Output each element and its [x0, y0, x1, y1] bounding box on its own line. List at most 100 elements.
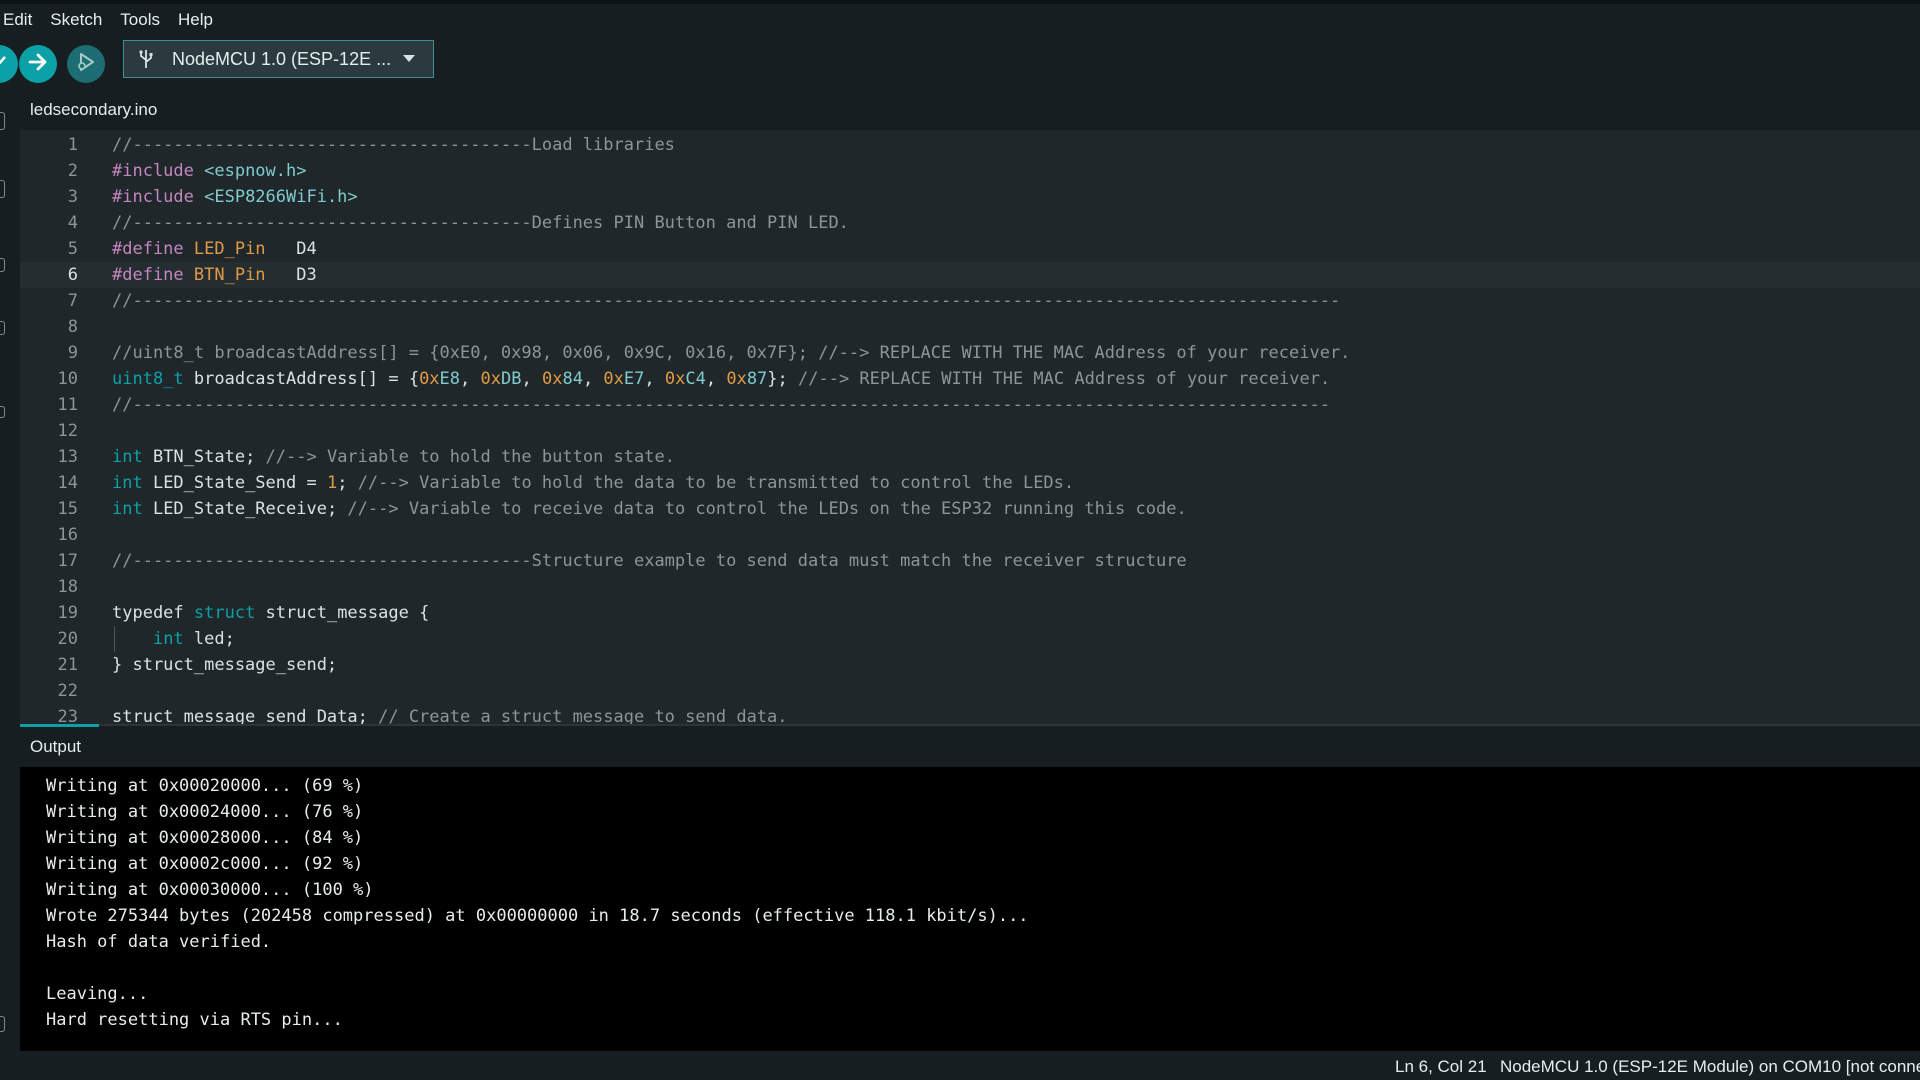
menu-edit[interactable]: Edit — [0, 10, 40, 30]
code-token: BTN_Pin — [193, 265, 266, 285]
output-line: Writing at 0x0002c000... (92 %) — [46, 854, 364, 874]
code-token: // Create a struct_message to send data. — [378, 707, 788, 725]
code-token: struct_message send_Data; — [112, 707, 379, 725]
output-line: Hash of data verified. — [46, 932, 272, 952]
output-title[interactable]: Output — [30, 737, 81, 757]
code-token: broadcastAddress[] = { — [183, 369, 420, 389]
boards-manager-icon[interactable] — [0, 180, 5, 198]
line-number: 20 — [57, 629, 78, 649]
code-line[interactable]: 3 #include <ESP8266WiFi.h> — [20, 184, 1920, 210]
menu-tools[interactable]: Tools — [116, 10, 168, 30]
code-line[interactable]: 7 //-------------------------------------… — [20, 288, 1920, 314]
line-number: 8 — [67, 317, 78, 337]
code-token: //--> Variable to hold the data to be tr… — [357, 473, 1075, 493]
code-line[interactable]: 23 struct_message send_Data; // Create a … — [20, 704, 1920, 725]
code-token: 87 — [746, 369, 768, 389]
line-number: 6 — [67, 265, 78, 285]
code-line[interactable]: 19 typedef struct struct_message { — [20, 600, 1920, 626]
code-token: 0x — [664, 369, 686, 389]
line-number: 18 — [57, 577, 78, 597]
code-text: //--------------------------------------… — [112, 288, 1340, 314]
code-text: int LED_State_Send = 1; //--> Variable t… — [112, 470, 1074, 496]
code-line[interactable]: 14 int LED_State_Send = 1; //--> Variable… — [20, 470, 1920, 496]
settings-icon[interactable] — [0, 1016, 5, 1032]
code-line[interactable]: 5 #define LED_Pin D4 — [20, 236, 1920, 262]
line-number: 12 — [57, 421, 78, 441]
code-line[interactable]: 22 — [20, 678, 1920, 704]
code-line[interactable]: 18 — [20, 574, 1920, 600]
search-icon[interactable] — [0, 406, 5, 418]
line-number: 11 — [57, 395, 78, 415]
code-line[interactable]: 1 //-------------------------------------… — [20, 132, 1920, 158]
code-line[interactable]: 4 //-------------------------------------… — [20, 210, 1920, 236]
code-text: } struct_message_send; — [112, 652, 337, 678]
verify-button[interactable] — [0, 45, 18, 83]
code-line[interactable]: 6 #define BTN_Pin D3 — [20, 262, 1920, 288]
code-token: D4 — [265, 239, 317, 259]
output-console[interactable]: Writing at 0x00020000... (69 %) Writing a… — [20, 767, 1920, 1051]
code-token: BTN_State; — [142, 447, 266, 467]
code-token: ; — [337, 473, 358, 493]
output-header: Output — [20, 727, 1920, 767]
line-number: 14 — [57, 473, 78, 493]
code-line[interactable]: 12 — [20, 418, 1920, 444]
menu-help[interactable]: Help — [174, 10, 221, 30]
code-line[interactable]: 8 — [20, 314, 1920, 340]
code-line[interactable]: 9 //uint8_t broadcastAddress[] = {0xE0, 0… — [20, 340, 1920, 366]
panel-divider[interactable] — [20, 724, 1920, 726]
code-line[interactable]: 17 //------------------------------------… — [20, 548, 1920, 574]
code-line[interactable]: 13 int BTN_State; //--> Variable to hold … — [20, 444, 1920, 470]
debug-button[interactable] — [67, 45, 105, 83]
debug-panel-icon[interactable] — [0, 321, 5, 335]
output-line: Writing at 0x00024000... (76 %) — [46, 802, 364, 822]
code-text: //--------------------------------------… — [112, 548, 1187, 574]
tab-ledsecondary[interactable]: ledsecondary.ino — [20, 90, 168, 130]
output-line: Hard resetting via RTS pin... — [46, 1010, 343, 1030]
code-line[interactable]: 10 uint8_t broadcastAddress[] = {0xE8, 0x… — [20, 366, 1920, 392]
code-text: #define LED_Pin D4 — [112, 236, 317, 262]
code-editor[interactable]: 1 //-------------------------------------… — [20, 130, 1920, 725]
tab-label: ledsecondary.ino — [30, 100, 158, 119]
editor-tabs: ledsecondary.ino — [20, 90, 1920, 130]
code-text: struct_message send_Data; // Create a st… — [112, 704, 788, 725]
code-token: E7 — [623, 369, 645, 389]
code-token: //--------------------------------------… — [112, 213, 849, 233]
debug-icon — [74, 50, 98, 79]
code-token: 1 — [326, 473, 338, 493]
sketchbook-icon[interactable] — [0, 112, 5, 130]
line-number: 23 — [57, 707, 78, 725]
code-token: 0x — [541, 369, 563, 389]
line-number: 16 — [57, 525, 78, 545]
code-text: //uint8_t broadcastAddress[] = {0xE0, 0x… — [112, 340, 1350, 366]
code-text: //--------------------------------------… — [112, 210, 849, 236]
line-number: 4 — [67, 213, 78, 233]
board-status[interactable]: NodeMCU 1.0 (ESP-12E Module) on COM10 [n… — [1500, 1057, 1920, 1077]
code-token: 84 — [562, 369, 583, 389]
code-line[interactable]: 21} struct_message_send; — [20, 652, 1920, 678]
code-token: //--> Variable to hold the button state. — [265, 447, 675, 467]
code-text: #include <ESP8266WiFi.h> — [112, 184, 358, 210]
code-text: int led; — [112, 626, 235, 652]
code-line[interactable]: 15 int LED_State_Receive; //--> Variable … — [20, 496, 1920, 522]
code-text: //--------------------------------------… — [112, 392, 1330, 418]
code-line[interactable]: 16 — [20, 522, 1920, 548]
menu-sketch[interactable]: Sketch — [46, 10, 110, 30]
code-token: <ESP8266WiFi.h> — [204, 187, 358, 207]
upload-button[interactable] — [19, 45, 57, 83]
cursor-position[interactable]: Ln 6, Col 21 — [1395, 1057, 1487, 1077]
code-text: uint8_t broadcastAddress[] = {0xE8, 0xDB… — [112, 366, 1330, 392]
code-token: DB — [501, 369, 522, 389]
library-manager-icon[interactable] — [0, 258, 5, 272]
board-selector[interactable]: NodeMCU 1.0 (ESP-12E ... — [123, 40, 434, 78]
code-text: #include <espnow.h> — [112, 158, 306, 184]
code-token: } struct_message_send; — [112, 655, 338, 675]
code-line[interactable]: 11 //------------------------------------… — [20, 392, 1920, 418]
code-token: int — [112, 447, 143, 467]
code-line[interactable]: 20 int led; — [20, 626, 1920, 652]
code-token: E8 — [439, 369, 461, 389]
code-text: typedef struct struct_message { — [112, 600, 429, 626]
code-token: led; — [183, 629, 235, 649]
line-number: 15 — [57, 499, 78, 519]
code-line[interactable]: 2 #include <espnow.h> — [20, 158, 1920, 184]
line-number: 2 — [67, 161, 78, 181]
